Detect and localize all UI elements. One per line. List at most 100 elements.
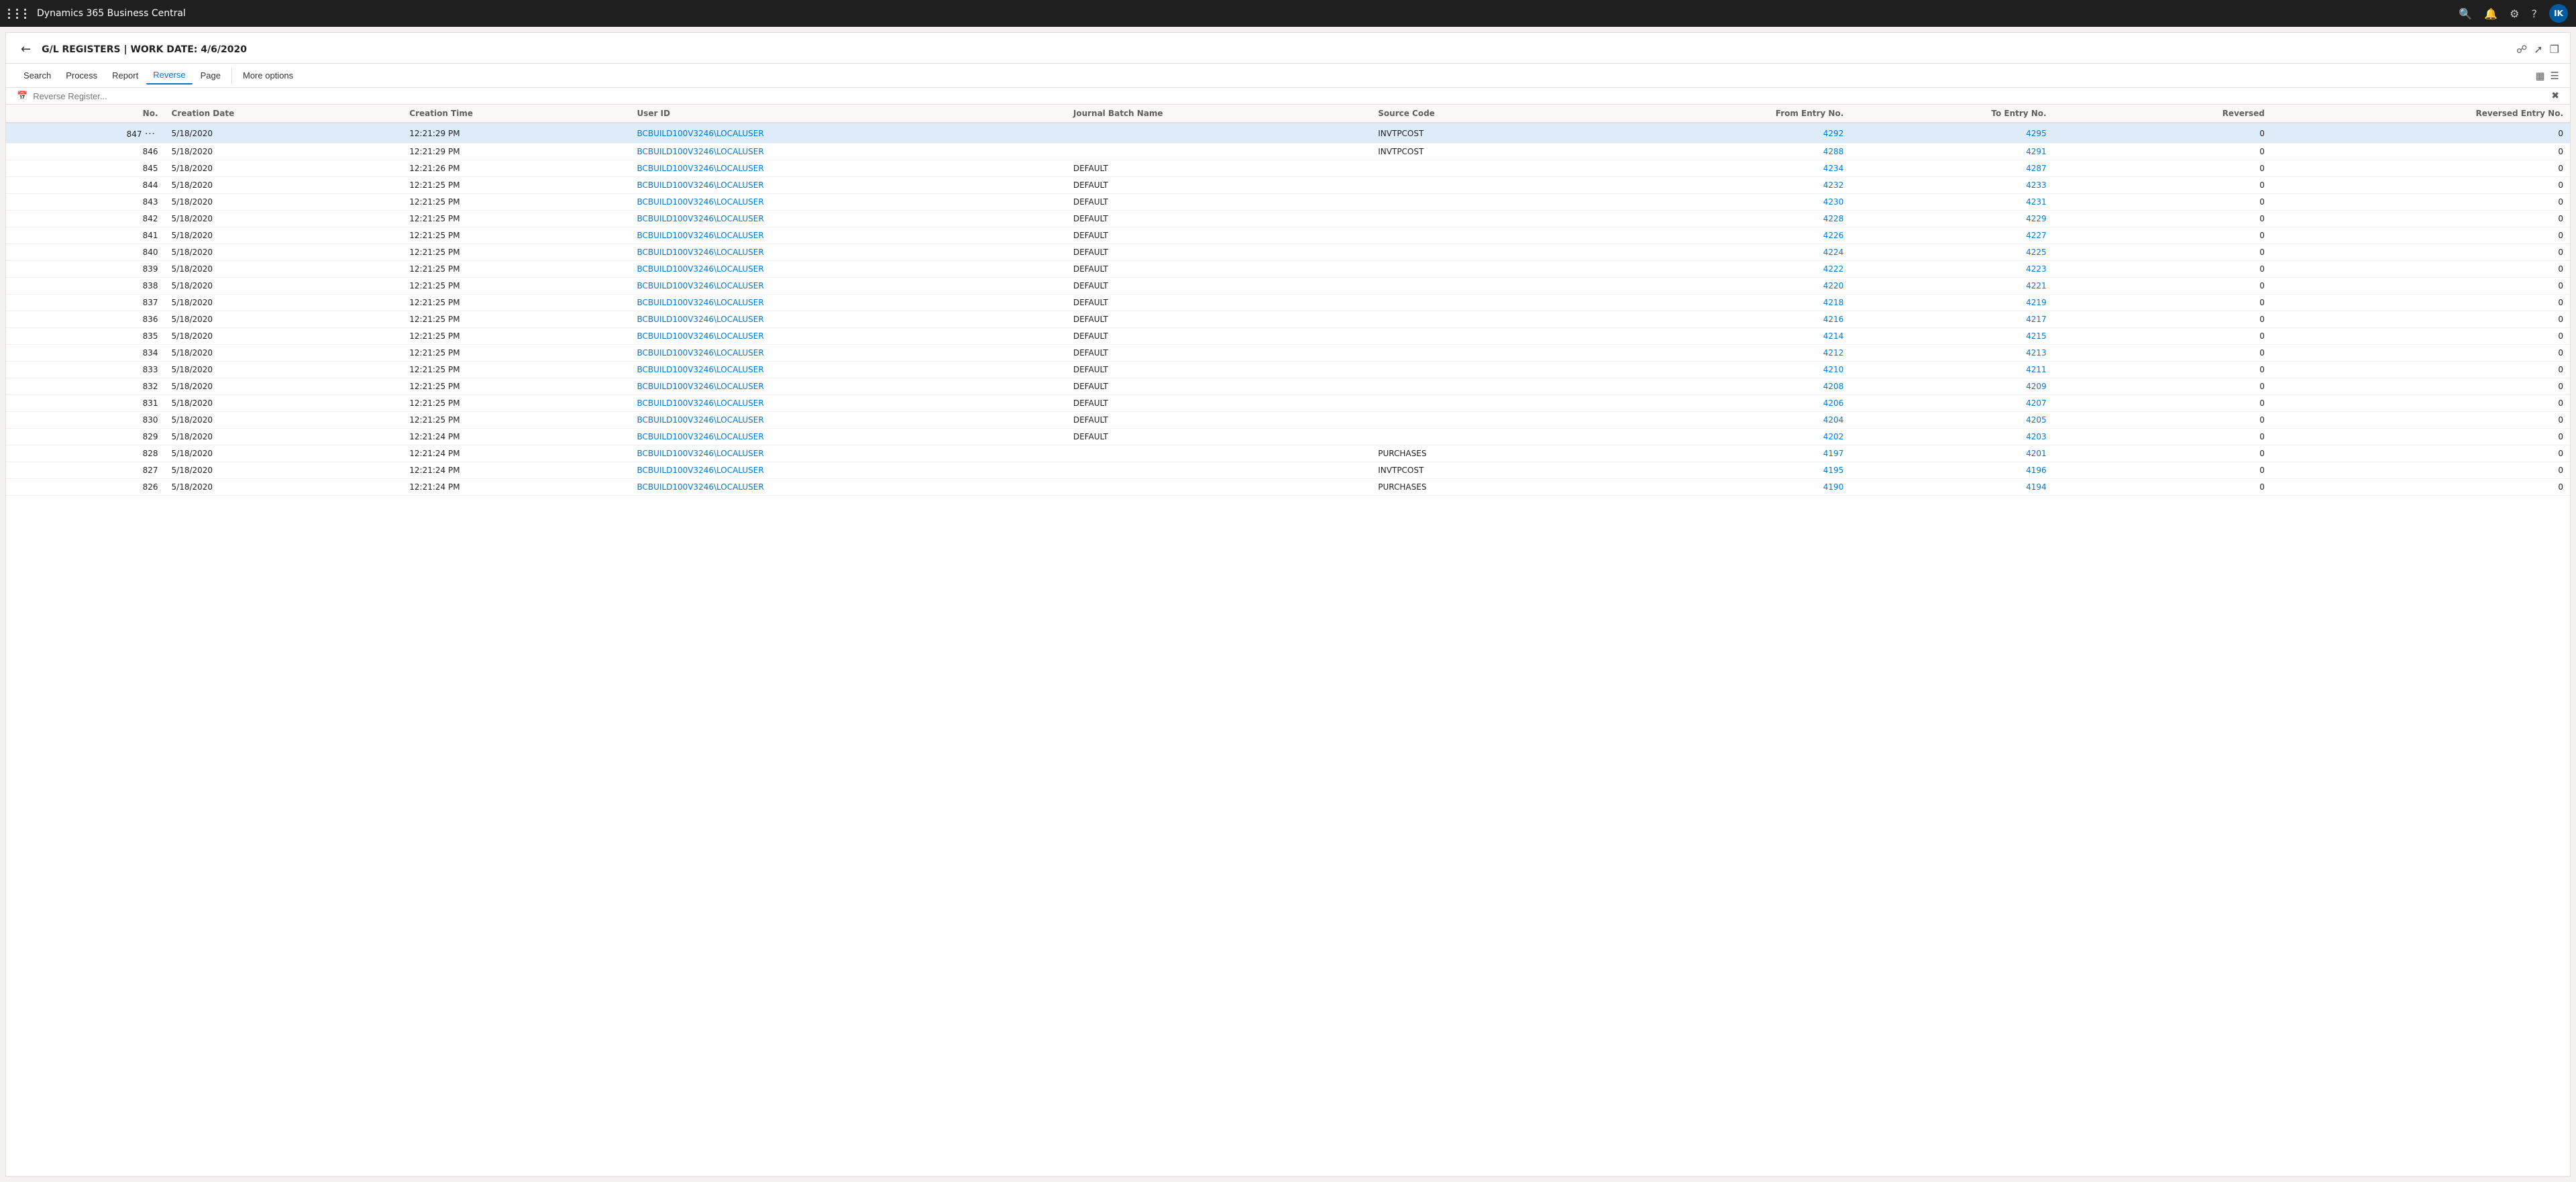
- search-icon[interactable]: 🔍: [2459, 7, 2472, 20]
- col-header-date[interactable]: Creation Date: [165, 105, 403, 123]
- table-row[interactable]: 8425/18/202012:21:25 PMBCBUILD100V3246\L…: [6, 211, 2570, 227]
- cell-from[interactable]: 4204: [1609, 412, 1850, 429]
- table-row[interactable]: 8345/18/202012:21:25 PMBCBUILD100V3246\L…: [6, 345, 2570, 362]
- cell-from[interactable]: 4197: [1609, 445, 1850, 462]
- table-row[interactable]: 8455/18/202012:21:26 PMBCBUILD100V3246\L…: [6, 160, 2570, 177]
- filter-input[interactable]: [33, 91, 2546, 101]
- table-row[interactable]: 847⋯5/18/202012:21:29 PMBCBUILD100V3246\…: [6, 123, 2570, 144]
- cell-to[interactable]: 4211: [1850, 362, 2053, 378]
- cell-from[interactable]: 4230: [1609, 194, 1850, 211]
- cell-user[interactable]: BCBUILD100V3246\LOCALUSER: [630, 378, 1066, 395]
- cell-to[interactable]: 4203: [1850, 429, 2053, 445]
- cell-from[interactable]: 4208: [1609, 378, 1850, 395]
- cell-user[interactable]: BCBUILD100V3246\LOCALUSER: [630, 395, 1066, 412]
- table-row[interactable]: 8365/18/202012:21:25 PMBCBUILD100V3246\L…: [6, 311, 2570, 328]
- table-row[interactable]: 8445/18/202012:21:25 PMBCBUILD100V3246\L…: [6, 177, 2570, 194]
- table-row[interactable]: 8315/18/202012:21:25 PMBCBUILD100V3246\L…: [6, 395, 2570, 412]
- cell-to[interactable]: 4215: [1850, 328, 2053, 345]
- table-row[interactable]: 8395/18/202012:21:25 PMBCBUILD100V3246\L…: [6, 261, 2570, 278]
- cell-from[interactable]: 4214: [1609, 328, 1850, 345]
- cell-from[interactable]: 4222: [1609, 261, 1850, 278]
- cell-from[interactable]: 4232: [1609, 177, 1850, 194]
- cell-to[interactable]: 4201: [1850, 445, 2053, 462]
- cell-to[interactable]: 4205: [1850, 412, 2053, 429]
- help-icon[interactable]: ?: [2532, 7, 2538, 20]
- filter-icon[interactable]: ▦: [2535, 70, 2544, 82]
- notification-icon[interactable]: 🔔: [2484, 7, 2498, 20]
- back-button[interactable]: ←: [17, 41, 35, 58]
- cell-user[interactable]: BCBUILD100V3246\LOCALUSER: [630, 177, 1066, 194]
- cell-user[interactable]: BCBUILD100V3246\LOCALUSER: [630, 123, 1066, 144]
- cell-to[interactable]: 4196: [1850, 462, 2053, 479]
- cell-user[interactable]: BCBUILD100V3246\LOCALUSER: [630, 194, 1066, 211]
- maximize-icon[interactable]: ❐: [2550, 43, 2559, 56]
- table-row[interactable]: 8465/18/202012:21:29 PMBCBUILD100V3246\L…: [6, 144, 2570, 160]
- table-row[interactable]: 8355/18/202012:21:25 PMBCBUILD100V3246\L…: [6, 328, 2570, 345]
- cell-to[interactable]: 4291: [1850, 144, 2053, 160]
- cell-from[interactable]: 4206: [1609, 395, 1850, 412]
- cell-user[interactable]: BCBUILD100V3246\LOCALUSER: [630, 412, 1066, 429]
- cell-from[interactable]: 4210: [1609, 362, 1850, 378]
- cell-from[interactable]: 4220: [1609, 278, 1850, 294]
- table-row[interactable]: 8325/18/202012:21:25 PMBCBUILD100V3246\L…: [6, 378, 2570, 395]
- cell-to[interactable]: 4219: [1850, 294, 2053, 311]
- cell-to[interactable]: 4209: [1850, 378, 2053, 395]
- table-row[interactable]: 8265/18/202012:21:24 PMBCBUILD100V3246\L…: [6, 479, 2570, 496]
- cell-from[interactable]: 4292: [1609, 123, 1850, 144]
- cell-to[interactable]: 4229: [1850, 211, 2053, 227]
- more-options-button[interactable]: More options: [236, 67, 300, 84]
- cell-to[interactable]: 4207: [1850, 395, 2053, 412]
- cell-from[interactable]: 4288: [1609, 144, 1850, 160]
- table-row[interactable]: 8275/18/202012:21:24 PMBCBUILD100V3246\L…: [6, 462, 2570, 479]
- col-header-user[interactable]: User ID: [630, 105, 1066, 123]
- search-button[interactable]: Search: [17, 67, 58, 84]
- cell-from[interactable]: 4226: [1609, 227, 1850, 244]
- cell-user[interactable]: BCBUILD100V3246\LOCALUSER: [630, 362, 1066, 378]
- cell-from[interactable]: 4190: [1609, 479, 1850, 496]
- table-row[interactable]: 8435/18/202012:21:25 PMBCBUILD100V3246\L…: [6, 194, 2570, 211]
- table-row[interactable]: 8295/18/202012:21:24 PMBCBUILD100V3246\L…: [6, 429, 2570, 445]
- cell-user[interactable]: BCBUILD100V3246\LOCALUSER: [630, 429, 1066, 445]
- settings-icon[interactable]: ⚙: [2510, 7, 2519, 20]
- table-row[interactable]: 8305/18/202012:21:25 PMBCBUILD100V3246\L…: [6, 412, 2570, 429]
- cell-from[interactable]: 4216: [1609, 311, 1850, 328]
- cell-user[interactable]: BCBUILD100V3246\LOCALUSER: [630, 328, 1066, 345]
- page-button[interactable]: Page: [194, 67, 227, 84]
- cell-to[interactable]: 4233: [1850, 177, 2053, 194]
- table-row[interactable]: 8375/18/202012:21:25 PMBCBUILD100V3246\L…: [6, 294, 2570, 311]
- table-row[interactable]: 8415/18/202012:21:25 PMBCBUILD100V3246\L…: [6, 227, 2570, 244]
- reverse-button[interactable]: Reverse: [146, 66, 192, 85]
- cell-user[interactable]: BCBUILD100V3246\LOCALUSER: [630, 144, 1066, 160]
- avatar[interactable]: IK: [2549, 4, 2568, 23]
- cell-to[interactable]: 4223: [1850, 261, 2053, 278]
- cell-user[interactable]: BCBUILD100V3246\LOCALUSER: [630, 294, 1066, 311]
- cell-user[interactable]: BCBUILD100V3246\LOCALUSER: [630, 244, 1066, 261]
- cell-user[interactable]: BCBUILD100V3246\LOCALUSER: [630, 227, 1066, 244]
- cell-to[interactable]: 4217: [1850, 311, 2053, 328]
- cell-user[interactable]: BCBUILD100V3246\LOCALUSER: [630, 278, 1066, 294]
- cell-from[interactable]: 4234: [1609, 160, 1850, 177]
- cell-to[interactable]: 4227: [1850, 227, 2053, 244]
- cell-user[interactable]: BCBUILD100V3246\LOCALUSER: [630, 462, 1066, 479]
- col-header-revno[interactable]: Reversed Entry No.: [2271, 105, 2570, 123]
- table-row[interactable]: 8335/18/202012:21:25 PMBCBUILD100V3246\L…: [6, 362, 2570, 378]
- cell-from[interactable]: 4218: [1609, 294, 1850, 311]
- filter-clear-icon[interactable]: ✖: [2551, 91, 2559, 101]
- cell-from[interactable]: 4212: [1609, 345, 1850, 362]
- col-header-source[interactable]: Source Code: [1371, 105, 1609, 123]
- table-row[interactable]: 8385/18/202012:21:25 PMBCBUILD100V3246\L…: [6, 278, 2570, 294]
- cell-to[interactable]: 4194: [1850, 479, 2053, 496]
- cell-from[interactable]: 4228: [1609, 211, 1850, 227]
- report-button[interactable]: Report: [105, 67, 145, 84]
- cell-user[interactable]: BCBUILD100V3246\LOCALUSER: [630, 261, 1066, 278]
- cell-user[interactable]: BCBUILD100V3246\LOCALUSER: [630, 311, 1066, 328]
- cell-user[interactable]: BCBUILD100V3246\LOCALUSER: [630, 445, 1066, 462]
- cell-from[interactable]: 4224: [1609, 244, 1850, 261]
- cell-to[interactable]: 4295: [1850, 123, 2053, 144]
- col-header-to[interactable]: To Entry No.: [1850, 105, 2053, 123]
- cell-to[interactable]: 4225: [1850, 244, 2053, 261]
- cell-user[interactable]: BCBUILD100V3246\LOCALUSER: [630, 345, 1066, 362]
- col-header-time[interactable]: Creation Time: [402, 105, 630, 123]
- process-button[interactable]: Process: [59, 67, 104, 84]
- cell-user[interactable]: BCBUILD100V3246\LOCALUSER: [630, 160, 1066, 177]
